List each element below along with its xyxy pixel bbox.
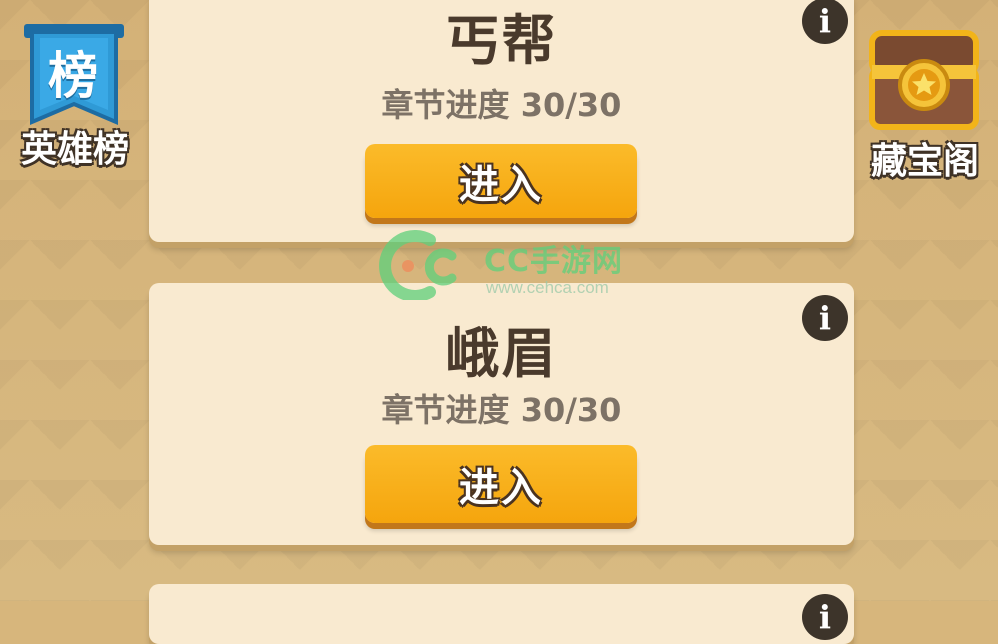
chapter-progress: 章节进度 30/30 (381, 86, 622, 124)
enter-button[interactable]: 进入 (365, 445, 637, 523)
chapter-card: 丐帮 章节进度 30/30 进入 i (149, 0, 854, 242)
watermark-title: CC手游网 (484, 244, 624, 279)
watermark: CC手游网 www.cehca.com (378, 230, 658, 302)
hero-rank-label: 英雄榜 (20, 129, 129, 170)
chapter-progress: 章节进度 30/30 (381, 391, 622, 429)
watermark-logo-icon (379, 230, 457, 302)
watermark-url: www.cehca.com (486, 278, 609, 297)
banner-char: 榜 (48, 47, 98, 105)
treasure-chest-icon (869, 30, 979, 130)
enter-button[interactable]: 进入 (365, 144, 637, 218)
hero-rank-button[interactable]: 榜 英雄榜 (0, 10, 148, 180)
treasure-pavilion-button[interactable]: 藏宝阁 (858, 20, 998, 190)
chapter-title: 峨眉 (445, 322, 558, 385)
treasure-pavilion-label: 藏宝阁 (870, 141, 979, 182)
info-icon[interactable]: i (802, 295, 848, 341)
enter-button-label: 进入 (459, 162, 543, 208)
enter-button-label: 进入 (459, 465, 543, 511)
info-icon[interactable]: i (802, 0, 848, 44)
chapter-card: i (149, 584, 854, 644)
chapter-title: 丐帮 (445, 9, 558, 72)
chapter-card: 峨眉 章节进度 30/30 进入 i (149, 283, 854, 545)
